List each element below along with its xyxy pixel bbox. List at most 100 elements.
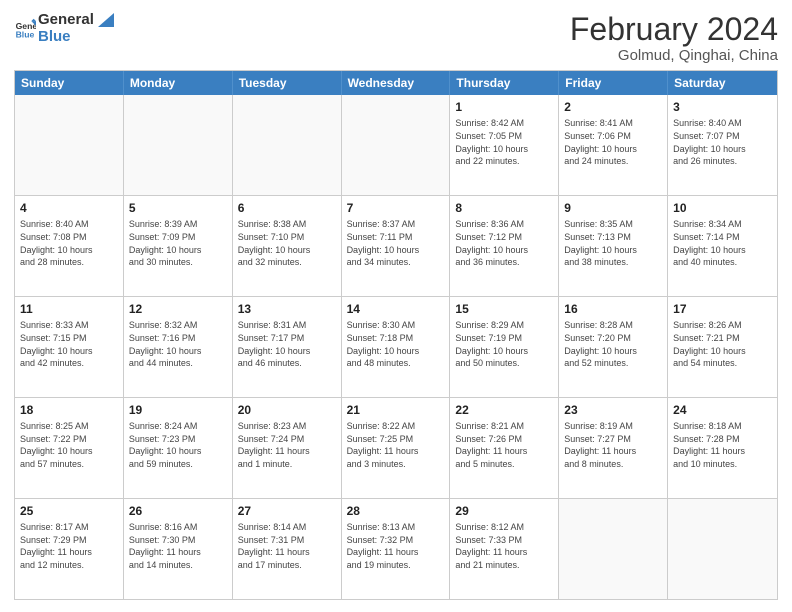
calendar-cell: 13 Sunrise: 8:31 AM Sunset: 7:17 PM Dayli… bbox=[233, 297, 342, 397]
cell-date: 4 bbox=[20, 200, 118, 216]
cell-date: 15 bbox=[455, 301, 553, 317]
cell-date: 22 bbox=[455, 402, 553, 418]
cell-info: Sunrise: 8:37 AM Sunset: 7:11 PM Dayligh… bbox=[347, 218, 445, 268]
calendar-cell: 25 Sunrise: 8:17 AM Sunset: 7:29 PM Dayli… bbox=[15, 499, 124, 599]
cell-info: Sunrise: 8:16 AM Sunset: 7:30 PM Dayligh… bbox=[129, 521, 227, 571]
calendar-cell: 17Sunrise: 8:26 AM Sunset: 7:21 PM Dayli… bbox=[668, 297, 777, 397]
cell-date: 7 bbox=[347, 200, 445, 216]
location: Golmud, Qinghai, China bbox=[570, 47, 778, 64]
cell-info: Sunrise: 8:19 AM Sunset: 7:27 PM Dayligh… bbox=[564, 420, 662, 470]
calendar-cell bbox=[559, 499, 668, 599]
calendar-row: 1 Sunrise: 8:42 AM Sunset: 7:05 PM Daylig… bbox=[15, 95, 777, 196]
calendar-row: 25 Sunrise: 8:17 AM Sunset: 7:29 PM Dayli… bbox=[15, 499, 777, 599]
calendar-cell: 12 Sunrise: 8:32 AM Sunset: 7:16 PM Dayli… bbox=[124, 297, 233, 397]
cell-date: 8 bbox=[455, 200, 553, 216]
calendar-cell: 23 Sunrise: 8:19 AM Sunset: 7:27 PM Dayli… bbox=[559, 398, 668, 498]
cell-date: 24 bbox=[673, 402, 772, 418]
calendar-cell: 20Sunrise: 8:23 AM Sunset: 7:24 PM Dayli… bbox=[233, 398, 342, 498]
logo-general: General bbox=[38, 12, 114, 29]
calendar-cell: 15 Sunrise: 8:29 AM Sunset: 7:19 PM Dayli… bbox=[450, 297, 559, 397]
logo-icon: General Blue bbox=[14, 18, 36, 40]
cell-info: Sunrise: 8:36 AM Sunset: 7:12 PM Dayligh… bbox=[455, 218, 553, 268]
calendar-cell: 2 Sunrise: 8:41 AM Sunset: 7:06 PM Daylig… bbox=[559, 95, 668, 195]
cell-date: 5 bbox=[129, 200, 227, 216]
calendar-cell: 28 Sunrise: 8:13 AM Sunset: 7:32 PM Dayli… bbox=[342, 499, 451, 599]
cell-date: 29 bbox=[455, 503, 553, 519]
calendar-cell bbox=[15, 95, 124, 195]
cell-info: Sunrise: 8:33 AM Sunset: 7:15 PM Dayligh… bbox=[20, 319, 118, 369]
calendar-cell: 9 Sunrise: 8:35 AM Sunset: 7:13 PM Daylig… bbox=[559, 196, 668, 296]
calendar-cell: 11 Sunrise: 8:33 AM Sunset: 7:15 PM Dayli… bbox=[15, 297, 124, 397]
calendar-cell: 18 Sunrise: 8:25 AM Sunset: 7:22 PM Dayli… bbox=[15, 398, 124, 498]
day-header-monday: Monday bbox=[124, 71, 233, 95]
calendar-cell: 4 Sunrise: 8:40 AM Sunset: 7:08 PM Daylig… bbox=[15, 196, 124, 296]
cell-info: Sunrise: 8:21 AM Sunset: 7:26 PM Dayligh… bbox=[455, 420, 553, 470]
cell-date: 13 bbox=[238, 301, 336, 317]
cell-info: Sunrise: 8:22 AM Sunset: 7:25 PM Dayligh… bbox=[347, 420, 445, 470]
cell-date: 19 bbox=[129, 402, 227, 418]
month-year: February 2024 bbox=[570, 12, 778, 47]
calendar-cell: 19 Sunrise: 8:24 AM Sunset: 7:23 PM Dayli… bbox=[124, 398, 233, 498]
cell-info: Sunrise: 8:12 AM Sunset: 7:33 PM Dayligh… bbox=[455, 521, 553, 571]
cell-info: Sunrise: 8:25 AM Sunset: 7:22 PM Dayligh… bbox=[20, 420, 118, 470]
calendar-cell bbox=[124, 95, 233, 195]
cell-date: 9 bbox=[564, 200, 662, 216]
cell-date: 28 bbox=[347, 503, 445, 519]
cell-date: 23 bbox=[564, 402, 662, 418]
cell-date: 11 bbox=[20, 301, 118, 317]
cell-date: 16 bbox=[564, 301, 662, 317]
calendar-cell: 26 Sunrise: 8:16 AM Sunset: 7:30 PM Dayli… bbox=[124, 499, 233, 599]
cell-info: Sunrise: 8:28 AM Sunset: 7:20 PM Dayligh… bbox=[564, 319, 662, 369]
calendar-row: 11 Sunrise: 8:33 AM Sunset: 7:15 PM Dayli… bbox=[15, 297, 777, 398]
calendar-cell: 5Sunrise: 8:39 AM Sunset: 7:09 PM Daylig… bbox=[124, 196, 233, 296]
day-header-friday: Friday bbox=[559, 71, 668, 95]
cell-info: Sunrise: 8:34 AM Sunset: 7:14 PM Dayligh… bbox=[673, 218, 772, 268]
cell-date: 18 bbox=[20, 402, 118, 418]
cell-date: 12 bbox=[129, 301, 227, 317]
cell-info: Sunrise: 8:13 AM Sunset: 7:32 PM Dayligh… bbox=[347, 521, 445, 571]
cell-info: Sunrise: 8:30 AM Sunset: 7:18 PM Dayligh… bbox=[347, 319, 445, 369]
cell-info: Sunrise: 8:32 AM Sunset: 7:16 PM Dayligh… bbox=[129, 319, 227, 369]
calendar-cell: 1 Sunrise: 8:42 AM Sunset: 7:05 PM Daylig… bbox=[450, 95, 559, 195]
calendar-cell: 24Sunrise: 8:18 AM Sunset: 7:28 PM Dayli… bbox=[668, 398, 777, 498]
cell-date: 6 bbox=[238, 200, 336, 216]
cell-info: Sunrise: 8:35 AM Sunset: 7:13 PM Dayligh… bbox=[564, 218, 662, 268]
cell-info: Sunrise: 8:26 AM Sunset: 7:21 PM Dayligh… bbox=[673, 319, 772, 369]
cell-info: Sunrise: 8:31 AM Sunset: 7:17 PM Dayligh… bbox=[238, 319, 336, 369]
cell-info: Sunrise: 8:40 AM Sunset: 7:07 PM Dayligh… bbox=[673, 117, 772, 167]
calendar: SundayMondayTuesdayWednesdayThursdayFrid… bbox=[14, 70, 778, 600]
cell-info: Sunrise: 8:42 AM Sunset: 7:05 PM Dayligh… bbox=[455, 117, 553, 167]
calendar-cell: 16 Sunrise: 8:28 AM Sunset: 7:20 PM Dayli… bbox=[559, 297, 668, 397]
cell-date: 2 bbox=[564, 99, 662, 115]
cell-info: Sunrise: 8:38 AM Sunset: 7:10 PM Dayligh… bbox=[238, 218, 336, 268]
calendar-cell: 7 Sunrise: 8:37 AM Sunset: 7:11 PM Daylig… bbox=[342, 196, 451, 296]
cell-info: Sunrise: 8:14 AM Sunset: 7:31 PM Dayligh… bbox=[238, 521, 336, 571]
calendar-cell: 27 Sunrise: 8:14 AM Sunset: 7:31 PM Dayli… bbox=[233, 499, 342, 599]
cell-date: 10 bbox=[673, 200, 772, 216]
cell-info: Sunrise: 8:29 AM Sunset: 7:19 PM Dayligh… bbox=[455, 319, 553, 369]
calendar-cell: 8 Sunrise: 8:36 AM Sunset: 7:12 PM Daylig… bbox=[450, 196, 559, 296]
logo: General Blue General Blue bbox=[14, 12, 114, 45]
cell-date: 20 bbox=[238, 402, 336, 418]
cell-date: 21 bbox=[347, 402, 445, 418]
cell-info: Sunrise: 8:40 AM Sunset: 7:08 PM Dayligh… bbox=[20, 218, 118, 268]
calendar-cell bbox=[668, 499, 777, 599]
cell-date: 27 bbox=[238, 503, 336, 519]
cell-info: Sunrise: 8:24 AM Sunset: 7:23 PM Dayligh… bbox=[129, 420, 227, 470]
cell-info: Sunrise: 8:17 AM Sunset: 7:29 PM Dayligh… bbox=[20, 521, 118, 571]
calendar-cell: 22 Sunrise: 8:21 AM Sunset: 7:26 PM Dayli… bbox=[450, 398, 559, 498]
calendar-cell: 3Sunrise: 8:40 AM Sunset: 7:07 PM Daylig… bbox=[668, 95, 777, 195]
calendar-row: 4 Sunrise: 8:40 AM Sunset: 7:08 PM Daylig… bbox=[15, 196, 777, 297]
day-headers: SundayMondayTuesdayWednesdayThursdayFrid… bbox=[15, 71, 777, 95]
page: General Blue General Blue February 2024 … bbox=[0, 0, 792, 612]
calendar-row: 18 Sunrise: 8:25 AM Sunset: 7:22 PM Dayli… bbox=[15, 398, 777, 499]
cell-info: Sunrise: 8:41 AM Sunset: 7:06 PM Dayligh… bbox=[564, 117, 662, 167]
calendar-cell bbox=[233, 95, 342, 195]
day-header-sunday: Sunday bbox=[15, 71, 124, 95]
day-header-tuesday: Tuesday bbox=[233, 71, 342, 95]
cell-date: 1 bbox=[455, 99, 553, 115]
cell-date: 26 bbox=[129, 503, 227, 519]
calendar-cell: 14Sunrise: 8:30 AM Sunset: 7:18 PM Dayli… bbox=[342, 297, 451, 397]
header: General Blue General Blue February 2024 … bbox=[14, 12, 778, 64]
cell-date: 25 bbox=[20, 503, 118, 519]
